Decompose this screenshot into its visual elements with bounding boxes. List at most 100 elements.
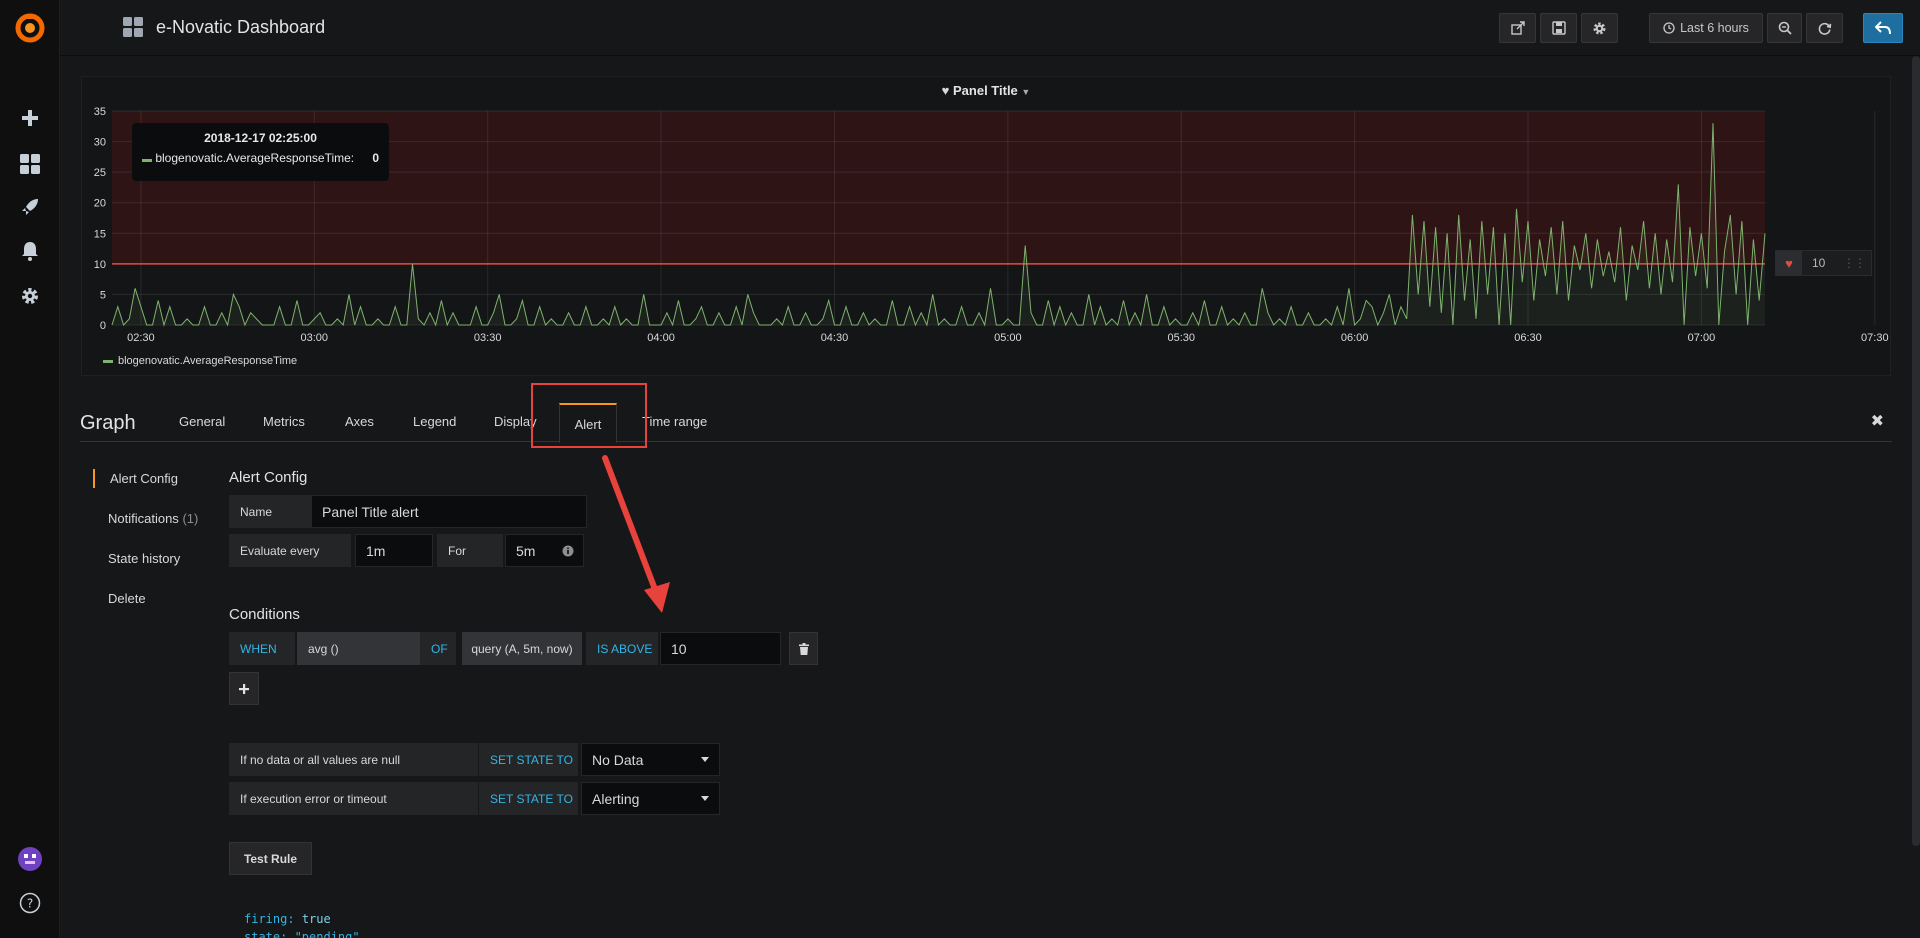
no-data-state-select[interactable]: No Data: [581, 743, 720, 776]
side-menu: ?: [0, 0, 60, 938]
tooltip-row: blogenovatic.AverageResponseTime: 0: [142, 151, 379, 165]
y-tick-label: 35: [94, 106, 106, 118]
svg-text:?: ?: [27, 897, 33, 911]
series-color-swatch: [142, 159, 152, 162]
share-icon: [1510, 21, 1525, 35]
legend-color-swatch[interactable]: [103, 359, 113, 363]
evaluate-every-input[interactable]: 1m: [355, 534, 433, 567]
y-tick-label: 30: [94, 137, 106, 149]
of-keyword: OF: [420, 632, 456, 665]
subnav-state-history[interactable]: State history: [108, 551, 180, 566]
firing-value: true: [301, 912, 331, 926]
x-tick-label: 05:00: [994, 332, 1022, 344]
legend-label: blogenovatic.AverageResponseTime: [118, 355, 298, 367]
zoom-out-button[interactable]: [1767, 13, 1802, 43]
evaluator-selector[interactable]: IS ABOVE: [586, 632, 658, 665]
y-tick-label: 10: [94, 259, 106, 271]
for-input[interactable]: 5m: [505, 534, 584, 567]
threshold-input[interactable]: 10: [660, 632, 781, 665]
y-tick-label: 25: [94, 167, 106, 179]
x-tick-label: 03:30: [474, 332, 502, 344]
alert-name-input[interactable]: Panel Title alert: [311, 495, 587, 528]
test-result-output: firing: true: [244, 912, 331, 926]
grafana-logo-icon[interactable]: [14, 12, 46, 44]
query-selector[interactable]: query (A, 5m, now): [462, 632, 582, 665]
create-plus-icon[interactable]: [16, 104, 44, 132]
tooltip-time: 2018-12-17 02:25:00: [204, 131, 317, 145]
state-line: state: "pending": [244, 930, 360, 938]
alerting-bell-icon[interactable]: [16, 237, 44, 265]
legend-item[interactable]: blogenovatic.AverageResponseTime: [103, 355, 297, 367]
tab-axes[interactable]: Axes: [345, 414, 374, 429]
y-tick-label: 0: [100, 320, 106, 332]
name-label: Name: [229, 495, 312, 528]
clock-icon: [1663, 22, 1675, 34]
user-avatar[interactable]: [16, 845, 44, 873]
info-icon[interactable]: [562, 545, 574, 557]
for-label: For: [437, 534, 503, 567]
threshold-handle[interactable]: ♥ 10 ⋮⋮: [1775, 250, 1872, 276]
firing-key: firing:: [244, 912, 295, 926]
test-rule-button[interactable]: Test Rule: [229, 842, 312, 875]
reducer-selector[interactable]: avg (): [297, 632, 420, 665]
conditions-heading: Conditions: [229, 606, 300, 623]
subnav-notifications[interactable]: Notifications (1): [108, 511, 198, 526]
no-data-set-state-label: SET STATE TO: [479, 743, 578, 776]
no-data-label: If no data or all values are null: [229, 743, 478, 776]
evaluate-every-label: Evaluate every: [229, 534, 351, 567]
time-range-picker[interactable]: Last 6 hours: [1649, 13, 1763, 43]
settings-button[interactable]: [1581, 13, 1618, 43]
plus-icon: [239, 683, 249, 694]
dashboard-title-text: e-Novatic Dashboard: [156, 16, 326, 37]
exec-error-label: If execution error or timeout: [229, 782, 478, 815]
x-tick-label: 05:30: [1167, 332, 1195, 344]
save-dashboard-button[interactable]: [1540, 13, 1577, 43]
back-to-dashboard-button[interactable]: [1863, 13, 1903, 43]
back-arrow-icon: [1875, 21, 1891, 35]
graph-tooltip: 2018-12-17 02:25:00 blogenovatic.Average…: [132, 123, 389, 181]
x-tick-label: 03:00: [301, 332, 329, 344]
graph-panel: ♥ Panel Title ▼ 0 5 10 15 20 25 30 35 02:30 03:00…: [81, 76, 1891, 376]
subnav-alert-config[interactable]: Alert Config: [110, 471, 178, 486]
for-input-value: 5m: [516, 542, 536, 559]
add-condition-button[interactable]: [229, 672, 259, 705]
threshold-handle-value: 10: [1812, 256, 1826, 270]
refresh-button[interactable]: [1806, 13, 1843, 43]
refresh-icon: [1818, 22, 1832, 35]
tooltip-value: 0: [372, 151, 379, 165]
exec-error-state-select[interactable]: Alerting: [581, 782, 720, 815]
y-tick-label: 5: [100, 289, 106, 301]
tab-metrics[interactable]: Metrics: [263, 414, 305, 429]
page-scrollbar[interactable]: [1912, 56, 1920, 846]
exec-error-set-state-label: SET STATE TO: [479, 782, 578, 815]
panel-editor-header: Graph General Metrics Axes Legend Displa…: [80, 400, 1892, 443]
close-editor-icon[interactable]: ✖: [1871, 411, 1884, 431]
notifications-count: (1): [182, 511, 199, 526]
tab-general[interactable]: General: [179, 414, 225, 429]
active-indicator: [93, 469, 95, 488]
drag-grip-icon[interactable]: ⋮⋮: [1843, 256, 1871, 270]
help-icon[interactable]: ?: [16, 889, 44, 917]
subnav-delete[interactable]: Delete: [108, 591, 146, 606]
y-tick-label: 15: [94, 228, 106, 240]
tab-legend[interactable]: Legend: [413, 414, 456, 429]
time-range-label: Last 6 hours: [1680, 21, 1749, 35]
delete-condition-button[interactable]: [789, 632, 818, 665]
configuration-gear-icon[interactable]: [16, 282, 44, 310]
exec-error-state-value: Alerting: [592, 790, 640, 807]
explore-rocket-icon[interactable]: [16, 193, 44, 221]
broken-heart-icon: ♥: [1776, 251, 1802, 275]
x-tick-label: 04:00: [647, 332, 675, 344]
share-button[interactable]: [1499, 13, 1536, 43]
caret-down-icon: [701, 757, 709, 762]
zoom-out-icon: [1778, 21, 1792, 35]
annotation-highlight-box: [531, 383, 647, 448]
time-series-chart[interactable]: 0 5 10 15 20 25 30 35 02:30 03:00 03:30 04:00 04:30 0…: [82, 77, 1892, 377]
dashboards-icon[interactable]: [16, 150, 44, 178]
tab-time-range[interactable]: Time range: [642, 414, 707, 429]
x-tick-label: 07:30: [1861, 332, 1889, 344]
editor-title: Graph: [80, 412, 136, 434]
dashboard-title[interactable]: e-Novatic Dashboard: [122, 16, 325, 38]
no-data-state-value: No Data: [592, 751, 644, 768]
dashboard-grid-icon: [123, 17, 143, 37]
